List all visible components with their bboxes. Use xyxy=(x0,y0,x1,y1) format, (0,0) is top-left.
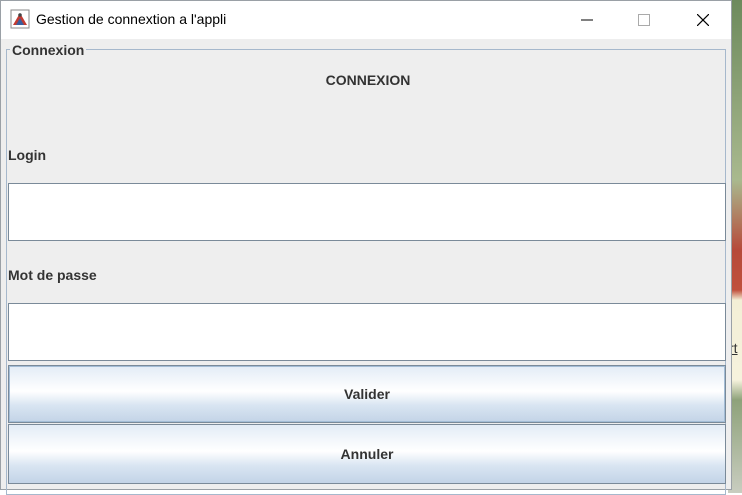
close-button[interactable] xyxy=(680,1,726,39)
maximize-icon xyxy=(638,14,650,26)
login-input[interactable] xyxy=(8,183,726,241)
password-label: Mot de passe xyxy=(8,267,97,283)
annuler-button[interactable]: Annuler xyxy=(8,424,726,484)
window-title: Gestion de connextion a l'appli xyxy=(36,11,227,27)
password-input[interactable] xyxy=(8,303,726,361)
valider-button[interactable]: Valider xyxy=(8,365,726,423)
title-bar[interactable]: Gestion de connextion a l'appli xyxy=(1,1,731,39)
minimize-icon xyxy=(581,19,593,21)
maximize-button[interactable] xyxy=(621,1,667,39)
login-label: Login xyxy=(8,147,47,163)
minimize-button[interactable] xyxy=(564,1,610,39)
form-panel: Connexion CONNEXION Login Mot de passe V… xyxy=(4,39,729,495)
form-heading: CONNEXION xyxy=(325,72,411,88)
close-icon xyxy=(697,14,709,26)
login-window: Gestion de connextion a l'appli Connexio… xyxy=(0,0,732,495)
groupbox-title: Connexion xyxy=(10,42,87,58)
java-app-icon xyxy=(10,9,30,29)
